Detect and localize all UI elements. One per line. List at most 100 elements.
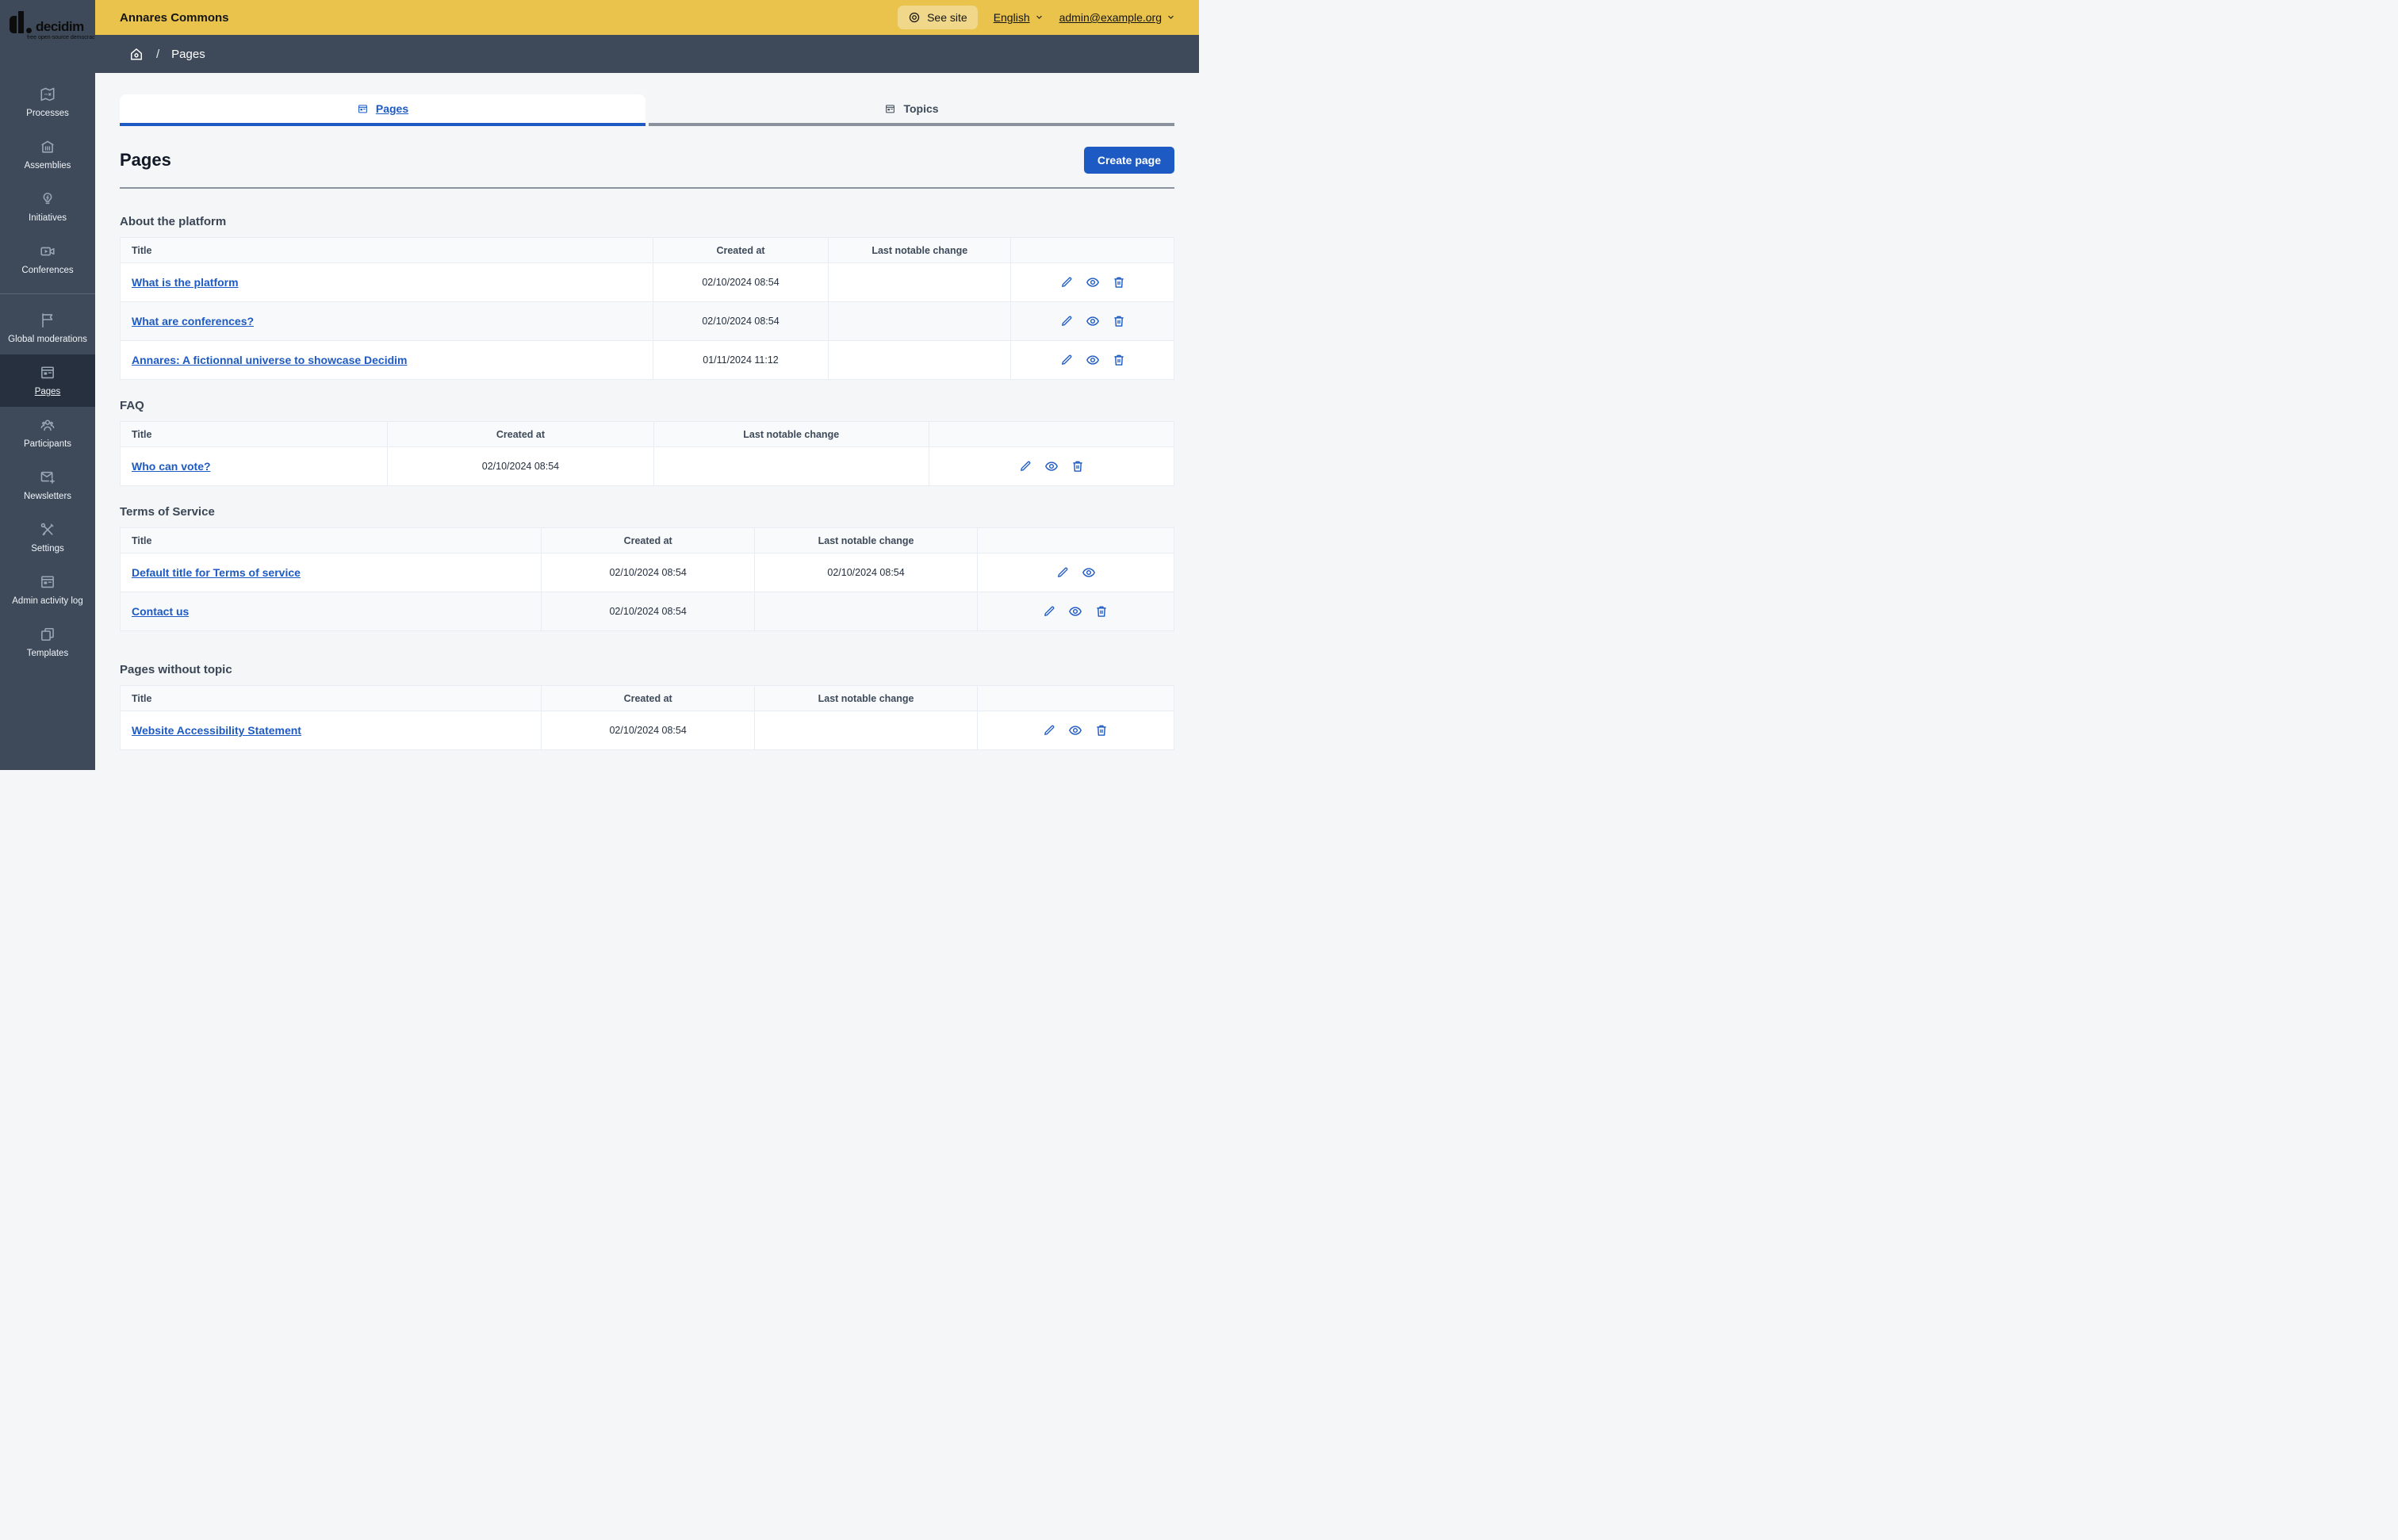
chevron-down-icon xyxy=(1035,11,1044,24)
sidebar-item-settings[interactable]: Settings xyxy=(0,511,95,564)
sidebar-item-processes[interactable]: Processes xyxy=(0,76,95,128)
pencil-icon xyxy=(1042,723,1056,737)
section-heading: Pages without topic xyxy=(120,663,232,676)
breadcrumb-separator: / xyxy=(156,47,160,61)
column-header-last-change: Last notable change xyxy=(754,528,976,553)
assemblies-building-icon xyxy=(39,138,56,155)
eye-target-icon xyxy=(908,11,921,24)
tab-pages[interactable]: Pages xyxy=(120,94,645,126)
page-link[interactable]: Website Accessibility Statement xyxy=(132,724,301,737)
row-actions xyxy=(976,554,1174,592)
preview-button[interactable] xyxy=(1082,565,1096,580)
delete-button[interactable] xyxy=(1094,723,1109,737)
edit-button[interactable] xyxy=(1059,275,1074,289)
user-menu[interactable]: admin@example.org xyxy=(1059,11,1175,24)
delete-button[interactable] xyxy=(1112,275,1126,289)
page-link[interactable]: Who can vote? xyxy=(132,460,211,473)
trash-icon xyxy=(1112,353,1126,367)
sidebar-item-pages[interactable]: Pages xyxy=(0,354,95,407)
edit-button[interactable] xyxy=(1059,353,1074,367)
pages-newspaper-icon xyxy=(39,364,56,381)
column-header-created-at: Created at xyxy=(540,528,755,553)
sidebar-item-assemblies[interactable]: Assemblies xyxy=(0,128,95,181)
trash-icon xyxy=(1094,604,1109,619)
column-header-actions xyxy=(1010,238,1174,262)
see-site-button[interactable]: See site xyxy=(898,6,978,29)
page-link[interactable]: Default title for Terms of service xyxy=(132,566,301,579)
section-heading: FAQ xyxy=(120,399,144,412)
table-header: Title Created at Last notable change xyxy=(121,686,1174,711)
column-header-title: Title xyxy=(132,692,152,704)
language-dropdown[interactable]: English xyxy=(994,11,1044,24)
preview-button[interactable] xyxy=(1044,459,1059,473)
last-change-value xyxy=(828,302,1010,340)
table-row: Website Accessibility Statement 02/10/20… xyxy=(121,711,1174,749)
pencil-icon xyxy=(1059,353,1074,367)
sidebar-item-participants[interactable]: Participants xyxy=(0,407,95,459)
pencil-icon xyxy=(1042,604,1056,619)
sidebar-item-initiatives[interactable]: Initiatives xyxy=(0,181,95,233)
decidim-logo-icon xyxy=(10,11,32,33)
edit-button[interactable] xyxy=(1042,604,1056,619)
decidim-logo[interactable]: decidim free open-source democracy xyxy=(0,0,98,76)
row-actions xyxy=(1010,263,1174,301)
breadcrumb-current[interactable]: Pages xyxy=(171,48,205,61)
preview-button[interactable] xyxy=(1086,314,1100,328)
activity-log-newspaper-icon xyxy=(39,573,56,591)
decidim-admin-app: decidim free open-source democracy Proce… xyxy=(0,0,1199,770)
section-heading: Terms of Service xyxy=(120,505,215,519)
edit-button[interactable] xyxy=(1018,459,1032,473)
preview-button[interactable] xyxy=(1068,604,1082,619)
page-link[interactable]: Contact us xyxy=(132,605,189,618)
participants-people-icon xyxy=(39,416,56,434)
edit-button[interactable] xyxy=(1059,314,1074,328)
column-header-created-at: Created at xyxy=(540,686,755,711)
preview-button[interactable] xyxy=(1068,723,1082,737)
sidebar-item-conferences[interactable]: Conferences xyxy=(0,233,95,285)
sidebar-divider xyxy=(0,293,95,294)
delete-button[interactable] xyxy=(1071,459,1085,473)
trash-icon xyxy=(1112,275,1126,289)
last-change-value xyxy=(754,711,976,749)
page-link[interactable]: Annares: A fictionnal universe to showca… xyxy=(132,354,408,366)
eye-icon xyxy=(1068,723,1082,737)
breadcrumb: / Pages xyxy=(95,35,1199,73)
section-heading: About the platform xyxy=(120,215,227,228)
preview-button[interactable] xyxy=(1086,275,1100,289)
pages-section: Terms of Service Title Created at Last n… xyxy=(120,505,1174,631)
preview-button[interactable] xyxy=(1086,353,1100,367)
eye-icon xyxy=(1082,565,1096,580)
delete-button[interactable] xyxy=(1094,604,1109,619)
sidebar-item-admin-activity-log[interactable]: Admin activity log xyxy=(0,564,95,616)
initiatives-lightbulb-icon xyxy=(39,190,56,208)
pencil-icon xyxy=(1018,459,1032,473)
table-row: What are conferences? 02/10/2024 08:54 xyxy=(121,301,1174,340)
tab-topics[interactable]: Topics xyxy=(649,94,1174,126)
eye-icon xyxy=(1086,314,1100,328)
settings-tools-icon xyxy=(39,521,56,538)
last-change-value xyxy=(828,341,1010,379)
delete-button[interactable] xyxy=(1112,353,1126,367)
created-at-value: 02/10/2024 08:54 xyxy=(652,263,829,301)
pages-newspaper-icon xyxy=(357,103,369,115)
page-link[interactable]: What is the platform xyxy=(132,276,239,289)
sidebar-item-templates[interactable]: Templates xyxy=(0,616,95,668)
edit-button[interactable] xyxy=(1042,723,1056,737)
home-gear-icon[interactable] xyxy=(128,46,144,62)
created-at-value: 02/10/2024 08:54 xyxy=(540,711,755,749)
delete-button[interactable] xyxy=(1112,314,1126,328)
create-page-button[interactable]: Create page xyxy=(1083,147,1174,174)
table-row: Contact us 02/10/2024 08:54 xyxy=(121,592,1174,630)
page-link[interactable]: What are conferences? xyxy=(132,315,254,328)
trash-icon xyxy=(1094,723,1109,737)
last-change-value xyxy=(828,263,1010,301)
tab-bar: Pages Topics xyxy=(120,94,1174,126)
row-actions xyxy=(976,711,1174,749)
column-header-last-change: Last notable change xyxy=(653,422,929,446)
sidebar-item-newsletters[interactable]: Newsletters xyxy=(0,459,95,511)
sidebar-item-global-moderations[interactable]: Global moderations xyxy=(0,302,95,354)
pages-table: Title Created at Last notable change Who… xyxy=(120,421,1174,486)
eye-icon xyxy=(1086,275,1100,289)
table-header: Title Created at Last notable change xyxy=(121,422,1174,446)
edit-button[interactable] xyxy=(1055,565,1070,580)
